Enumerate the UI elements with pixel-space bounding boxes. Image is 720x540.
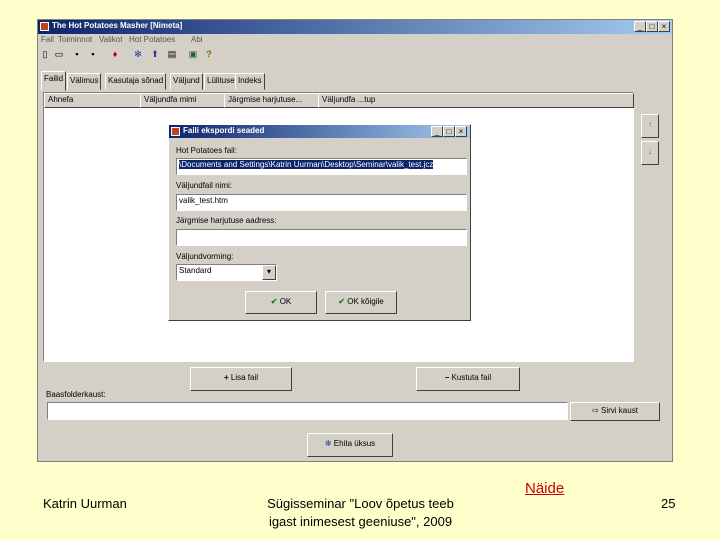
column-header-source[interactable]: Ahnefa [44,93,145,108]
checkmark-icon: ✔ [270,297,280,306]
minimize-button[interactable]: _ [634,21,646,32]
maximize-button[interactable]: □ [646,21,658,32]
build-unit-label: Ehita üksus [333,439,376,448]
next-exercise-label: Järgmise harjutuse aadress: [176,216,277,225]
new-icon[interactable]: ▯ [40,49,50,60]
add-file-label: Lisa fail [230,373,259,382]
menu-help[interactable]: Abi [191,35,203,44]
example-link[interactable]: Näide [525,480,564,497]
chevron-down-icon[interactable]: ▾ [262,265,276,280]
ok-all-label: OK kõigile [347,297,384,306]
output-format-value: Standard [179,266,212,275]
tab-user-strings[interactable]: Kasutaja sõnad [105,73,167,90]
move-down-button[interactable]: ↓ [641,141,659,165]
window-titlebar: The Hot Potatoes Masher [Nimeta] _ □ × [38,20,672,34]
output-name-label: Väljundfail nimi: [176,181,233,190]
build-unit-button[interactable]: ✻ Ehita üksus [307,433,393,457]
file-export-settings-dialog: Faili ekspordi seaded _ □ × Hot Potatoes… [168,124,471,321]
page-number: 25 [661,496,676,511]
move-up-button[interactable]: ↑ [641,114,659,138]
remove-file-label: Kustuta fail [451,373,492,382]
plus-icon: + [223,373,231,382]
column-header-next[interactable]: Järgmise harjutuse... [224,93,323,108]
base-folder-label: Baasfolderkaust: [46,390,106,399]
masher-icon[interactable]: ✻ [133,49,143,60]
help-book-icon[interactable]: ▣ [188,49,198,60]
double-checkmark-icon: ✔ [338,297,348,306]
tab-files[interactable]: Failid [41,71,67,91]
menu-functions[interactable]: Toiminnot [58,35,92,44]
tab-appearance[interactable]: Välimus [67,73,102,90]
page-icon[interactable]: ▤ [167,49,177,60]
menu-file[interactable]: Fail [41,35,54,44]
output-name-input[interactable]: valik_test.htm [176,194,467,211]
hp-file-label: Hot Potatoes fail: [176,146,237,155]
dialog-title: Faili ekspordi seaded [183,126,265,135]
menu-hot-potatoes[interactable]: Hot Potatoes [129,35,175,44]
remove-icon[interactable]: ♦ [110,49,120,60]
tab-bar: Failid Välimus Kasutaja sõnad Väljund Lü… [38,71,672,91]
author-name: Katrin Uurman [43,496,127,511]
next-exercise-input[interactable] [176,229,467,246]
browse-label: Sirvi kaust [601,406,638,415]
output-format-select[interactable]: Standard ▾ [176,264,277,281]
save-as-icon[interactable]: ▪ [88,49,98,60]
add-file-button[interactable]: + Lisa fail [190,367,292,391]
save-icon[interactable]: ▪ [72,49,82,60]
dialog-titlebar: Faili ekspordi seaded _ □ × [169,125,470,138]
column-header-output-name[interactable]: Väljundfa mimi [140,93,229,108]
close-button[interactable]: × [658,21,670,32]
masher-icon: ✻ [324,439,334,448]
window-title: The Hot Potatoes Masher [Nimeta] [52,21,183,30]
open-icon[interactable]: ▭ [54,49,64,60]
ok-button[interactable]: ✔ OK [245,291,317,314]
browse-button[interactable]: ⇨ Sirvi kaust [570,402,660,421]
dialog-close-button[interactable]: × [455,126,467,137]
toolbar: ▯ ▭ ▪ ▪ ♦ ✻ ⬆ ▤ ▣ ? [38,47,672,63]
event-line-1: Sügisseminar "Loov õpetus teeb [267,496,454,511]
arrow-right-icon: ⇨ [592,406,602,415]
ok-label: OK [279,297,292,306]
hp-file-value: \Documents and Settings\Katrin Uurman\De… [179,160,434,169]
dialog-minimize-button[interactable]: _ [431,126,443,137]
dialog-maximize-button[interactable]: □ [443,126,455,137]
app-icon [40,22,49,31]
remove-file-button[interactable]: – Kustuta fail [416,367,520,391]
ok-all-button[interactable]: ✔ OK kõigile [325,291,397,314]
help-icon[interactable]: ? [204,49,214,60]
upload-icon[interactable]: ⬆ [150,49,160,60]
tab-output[interactable]: Väljund [170,73,203,90]
hp-file-input[interactable]: \Documents and Settings\Katrin Uurman\De… [176,158,467,175]
column-header-output-setup[interactable]: Väljundfa ...tup [318,93,634,108]
base-folder-input[interactable] [47,402,568,420]
dialog-app-icon [171,127,180,136]
menu-bar: Fail Toiminnot Valikot Hot Potatoes Abi [38,34,672,47]
event-line-2: igast inimesest geeniuse", 2009 [268,514,453,529]
tab-index[interactable]: Indeks [235,73,265,90]
menu-options[interactable]: Valikot [99,35,122,44]
minus-icon: – [444,373,452,382]
output-format-label: Väljundvorming: [176,252,234,261]
